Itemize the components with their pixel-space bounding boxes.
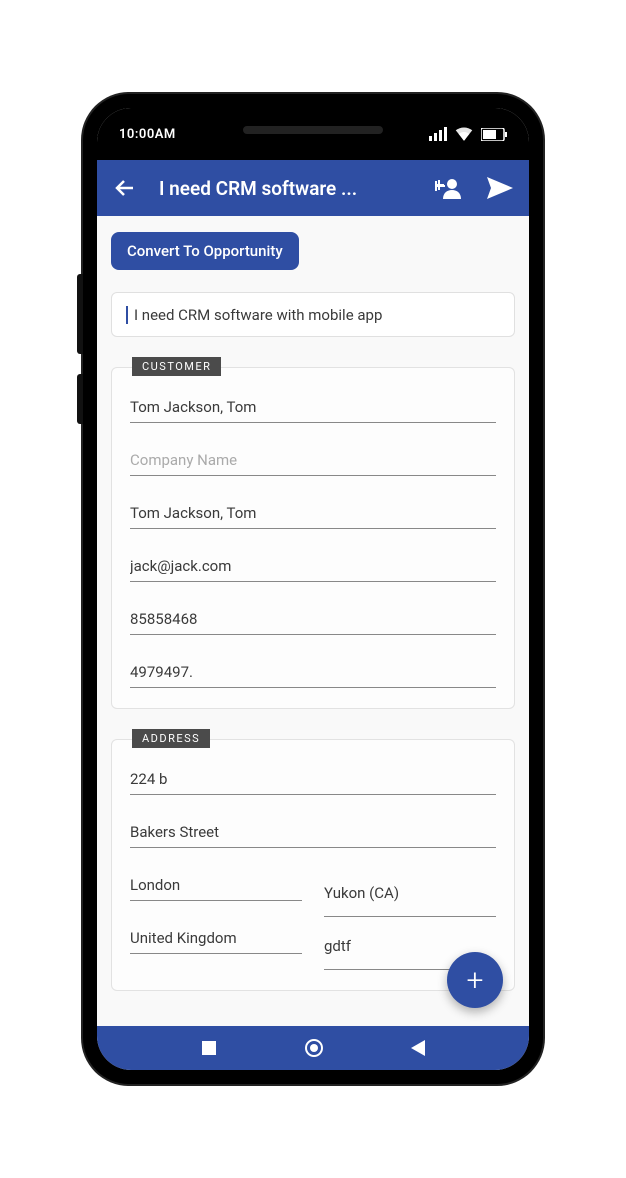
signal-icon	[429, 127, 447, 141]
wifi-icon	[455, 127, 473, 141]
screen: 10:00AM	[97, 108, 529, 1070]
address-section: ADDRESS	[111, 739, 515, 991]
triangle-left-icon	[411, 1040, 425, 1056]
phone-field-2[interactable]	[130, 657, 496, 688]
add-person-button[interactable]	[431, 173, 465, 203]
send-icon	[487, 177, 513, 199]
customer-section-label: CUSTOMER	[132, 357, 221, 376]
phone-field-1[interactable]	[130, 604, 496, 635]
email-field[interactable]	[130, 551, 496, 582]
square-icon	[201, 1040, 217, 1056]
send-button[interactable]	[483, 173, 517, 203]
customer-contact-field-1[interactable]	[130, 392, 496, 423]
plus-icon: +	[467, 963, 484, 998]
nav-recent-button[interactable]	[201, 1040, 217, 1056]
address-line1-field[interactable]	[130, 764, 496, 795]
content-scroll[interactable]: Convert To Opportunity CUSTOMER ADDRESS	[97, 216, 529, 1026]
status-time: 10:00AM	[119, 127, 176, 142]
add-fab[interactable]: +	[447, 952, 503, 1008]
person-add-icon	[435, 177, 461, 199]
back-button[interactable]	[109, 172, 141, 204]
nav-home-button[interactable]	[304, 1038, 324, 1058]
volume-button	[77, 274, 83, 354]
volume-button-2	[77, 374, 83, 424]
country-field[interactable]	[130, 923, 302, 954]
arrow-left-icon	[113, 176, 137, 200]
status-icons	[429, 127, 507, 141]
convert-opportunity-button[interactable]: Convert To Opportunity	[111, 232, 299, 270]
title-field-wrap	[111, 292, 515, 337]
company-name-field[interactable]	[130, 445, 496, 476]
address-section-label: ADDRESS	[132, 729, 210, 748]
lead-title-input[interactable]	[126, 306, 500, 324]
status-bar: 10:00AM	[97, 108, 529, 160]
speaker-grille	[243, 126, 383, 134]
city-field[interactable]	[130, 870, 302, 901]
customer-contact-field-2[interactable]	[130, 498, 496, 529]
android-nav-bar	[97, 1026, 529, 1070]
circle-icon	[304, 1038, 324, 1058]
app-bar: I need CRM software ...	[97, 160, 529, 216]
customer-section: CUSTOMER	[111, 367, 515, 709]
page-title: I need CRM software ...	[159, 177, 413, 200]
address-line2-field[interactable]	[130, 817, 496, 848]
battery-icon	[481, 128, 507, 141]
state-field[interactable]	[324, 870, 496, 917]
phone-frame: 10:00AM	[83, 94, 543, 1084]
nav-back-button[interactable]	[411, 1040, 425, 1056]
